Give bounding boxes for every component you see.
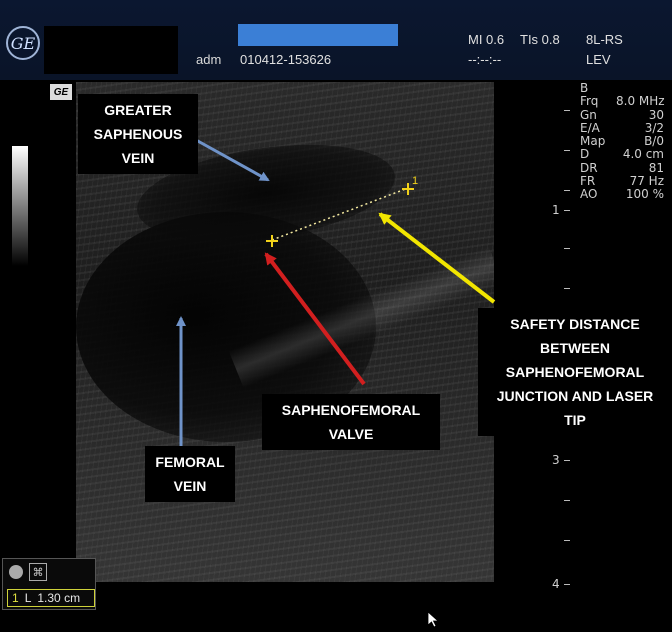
ultrasound-frame: GE adm 010412-153626 MI 0.6 TIs 0.8 8L-R… <box>0 0 672 632</box>
grayscale-bar <box>12 146 28 266</box>
patient-info-redacted <box>44 26 178 74</box>
param-row: Frq 8.0 MHz <box>580 94 665 109</box>
probe-name: 8L-RS <box>586 32 623 47</box>
ge-logo: GE <box>6 26 40 60</box>
depth-tick <box>564 584 570 585</box>
label-femoral-vein: FEMORAL VEIN <box>145 446 235 502</box>
depth-tick <box>564 460 570 461</box>
operator-label: adm <box>196 52 222 67</box>
depth-label-4: 4 <box>552 577 560 591</box>
param-row: AO 100 % <box>580 187 664 202</box>
depth-tick <box>564 110 570 111</box>
label-safety-distance: SAFETY DISTANCE BETWEEN SAPHENOFEMORAL J… <box>478 308 672 436</box>
preset-name: LEV <box>586 52 611 67</box>
measurement-index: 1 <box>12 591 19 605</box>
parameter-readout: B Frq 8.0 MHz Gn 30 E/A 3/2 Map B/0 D 4.0 cm … <box>580 81 672 202</box>
param-row: D 4.0 cm <box>580 147 664 162</box>
param-row: Gn 30 <box>580 107 664 122</box>
measurement-value: 1.30 cm <box>37 591 81 605</box>
param-row: Map B/0 <box>580 134 664 149</box>
depth-tick <box>564 210 570 211</box>
exam-id: 010412-153626 <box>240 52 332 67</box>
mouse-cursor-icon <box>428 612 440 628</box>
mode-label: B <box>580 81 589 95</box>
depth-tick <box>564 540 570 541</box>
header-bar: GE adm 010412-153626 MI 0.6 TIs 0.8 8L-R… <box>0 0 672 80</box>
label-greater-saphenous-vein: GREATER SAPHENOUS VEIN <box>78 94 198 174</box>
depth-label-3: 3 <box>552 453 560 467</box>
depth-tick <box>564 288 570 289</box>
measurement-result: 1 L 1.30 cm <box>7 589 95 607</box>
tis-index: TIs 0.8 <box>520 32 560 47</box>
depth-tick <box>564 500 570 501</box>
time-readout: --:--:-- <box>468 52 502 67</box>
depth-label-1: 1 <box>552 203 560 217</box>
param-row: DR 81 <box>580 160 664 175</box>
measurement-type: L <box>24 591 32 605</box>
label-saphenofemoral-valve: SAPHENOFEMORAL VALVE <box>262 394 440 450</box>
param-row: FR 77 Hz <box>580 174 664 189</box>
patient-name-bar <box>238 24 398 46</box>
param-row: E/A 3/2 <box>580 120 664 135</box>
measurement-panel: ⌘ 1 L 1.30 cm <box>2 558 96 610</box>
depth-tick <box>564 150 570 151</box>
mi-index: MI 0.6 <box>468 32 505 47</box>
ge-corner-mark: GE <box>50 84 72 100</box>
depth-tick <box>564 190 570 191</box>
depth-tick <box>564 248 570 249</box>
body-marker-icon[interactable]: ⌘ <box>29 563 47 581</box>
record-icon[interactable] <box>9 565 23 579</box>
